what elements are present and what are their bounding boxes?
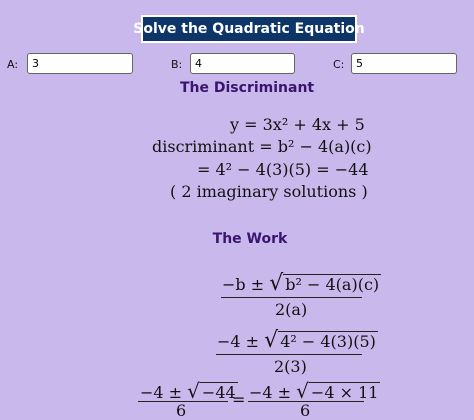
step3-right-denominator: 6 [300,401,311,420]
c-label: C: [333,58,345,71]
solution-type: ( 2 imaginary solutions ) [170,182,368,201]
step3-equals: = [232,390,246,409]
a-input[interactable] [27,53,133,74]
equation-line: y = 3x² + 4x + 5 [230,115,365,134]
step2-radicand: 4² − 4(3)(5) [278,331,378,351]
step3-right-numerator: −4 ± √ −4 × 11 [249,379,381,403]
step3-right-radicand: −4 × 11 [308,382,381,402]
step1-num-prefix: −b ± [222,275,265,294]
sqrt-icon: √ [264,328,279,353]
sqrt-icon: √ [296,379,309,403]
step3-left-num-prefix: −4 ± [140,383,183,402]
c-input[interactable] [351,53,457,74]
b-input[interactable] [190,53,295,74]
title-button[interactable]: Solve the Quadratic Equation [133,15,365,43]
step3-right-num-prefix: −4 ± [249,383,292,402]
step2-num-prefix: −4 ± [217,332,260,351]
discriminant-heading: The Discriminant [180,80,315,96]
step3-left-numerator: −4 ± √ −44 [140,379,238,403]
step2-numerator: −4 ± √ 4² − 4(3)(5) [217,328,378,353]
sqrt-icon: √ [269,271,284,296]
discriminant-value: = 4² − 4(3)(5) = −44 [197,160,369,179]
b-label: B: [171,58,183,71]
step1-radicand: b² − 4(a)(c) [283,274,382,294]
step1-denominator: 2(a) [275,300,308,319]
step2-denominator: 2(3) [274,357,307,376]
discriminant-formula: discriminant = b² − 4(a)(c) [152,137,372,156]
step3-left-denominator: 6 [176,401,187,420]
sqrt-icon: √ [187,379,200,403]
a-label: A: [7,58,19,71]
work-heading: The Work [212,231,288,247]
step1-fraction-bar [221,297,362,298]
step2-fraction-bar [216,354,362,355]
step1-numerator: −b ± √ b² − 4(a)(c) [222,271,382,296]
